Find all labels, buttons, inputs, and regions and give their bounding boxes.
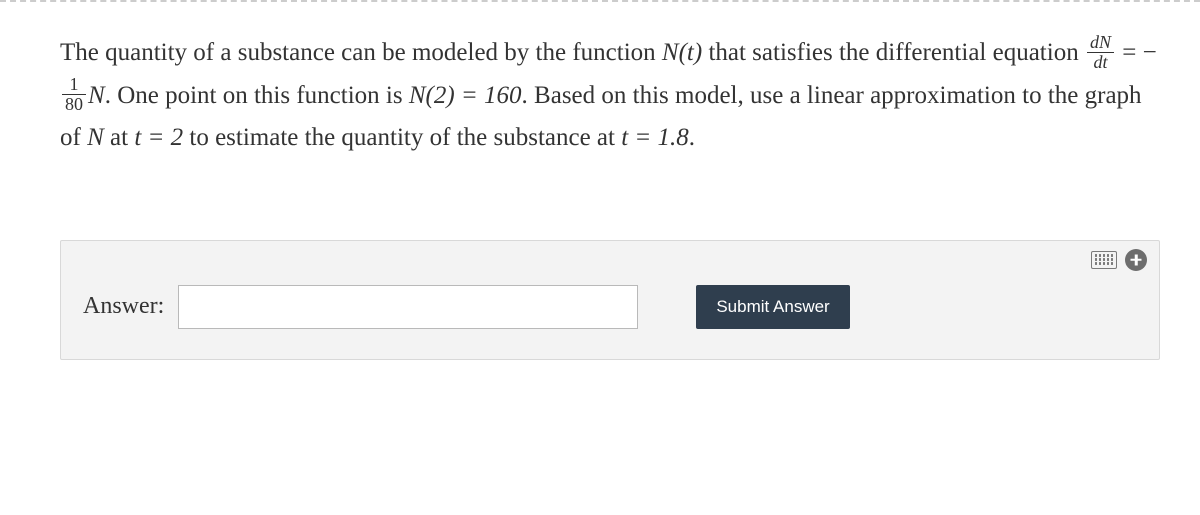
text-segment: . One point on this function is (105, 82, 409, 109)
text-segment: = − (1116, 39, 1157, 66)
answer-toolbar (1091, 249, 1147, 271)
answer-label: Answer: (83, 293, 164, 320)
fraction-1-80: 180 (62, 75, 86, 114)
answer-row: Answer: Submit Answer (83, 285, 1137, 329)
math-expr-N-var: N (87, 124, 104, 151)
math-expr-N-of-t: N(t) (662, 39, 702, 66)
math-expr-t-1-8: t = 1.8 (621, 124, 689, 151)
plus-icon[interactable] (1125, 249, 1147, 271)
text-segment: at (104, 124, 135, 151)
math-expr-t-2: t = 2 (134, 124, 183, 151)
fraction-numerator: dN (1087, 33, 1114, 53)
text-segment: to estimate the quantity of the substanc… (183, 124, 621, 151)
answer-input[interactable] (178, 285, 638, 329)
text-segment: that satisfies the differential equation (702, 39, 1085, 66)
submit-answer-button[interactable]: Submit Answer (696, 285, 849, 329)
text-segment: The quantity of a substance can be model… (60, 39, 662, 66)
fraction-numerator: 1 (62, 75, 86, 95)
text-segment: . (689, 124, 695, 151)
answer-panel: Answer: Submit Answer (60, 240, 1160, 360)
question-text: The quantity of a substance can be model… (60, 32, 1160, 160)
fraction-denominator: dt (1087, 53, 1114, 72)
keyboard-icon[interactable] (1091, 251, 1117, 269)
fraction-denominator: 80 (62, 95, 86, 114)
math-expr-N2-160: N(2) = 160 (409, 82, 522, 109)
fraction-dN-dt: dNdt (1087, 33, 1114, 72)
math-expr-N: N (88, 82, 105, 109)
question-page: The quantity of a substance can be model… (0, 0, 1200, 515)
